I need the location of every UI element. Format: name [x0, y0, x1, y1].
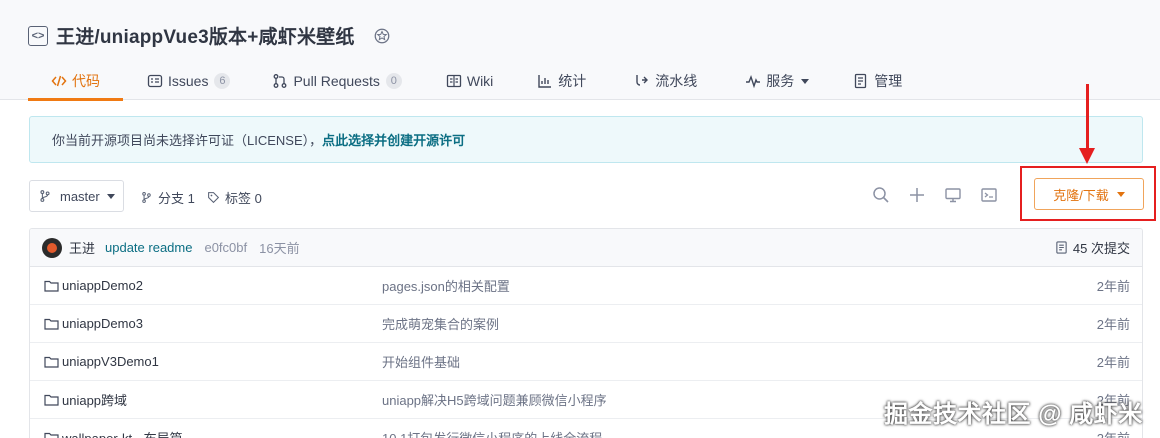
commit-author[interactable]: 王进 — [69, 238, 95, 257]
service-icon — [746, 74, 761, 89]
manage-icon — [855, 73, 867, 89]
commit-sha[interactable]: e0fc0bf — [204, 240, 247, 255]
tab-service-label: 服务 — [766, 73, 795, 89]
file-name[interactable]: uniapp跨域 — [62, 390, 127, 409]
annotation-arrow-shaft — [1086, 84, 1089, 152]
branch-selector[interactable]: master — [29, 180, 124, 212]
branch-count-icon — [142, 192, 151, 203]
file-commit-message[interactable]: uniapp解决H5跨域问题兼顾微信小程序 — [382, 390, 607, 409]
tab-stats-label: 统计 — [558, 73, 587, 89]
license-notice-text: 你当前开源项目尚未选择许可证（LICENSE）， — [52, 133, 323, 148]
file-commit-message[interactable]: pages.json的相关配置 — [382, 276, 510, 295]
branch-icon — [40, 190, 50, 202]
tags-count: 标签 0 — [225, 191, 262, 206]
recommend-badge-icon[interactable] — [373, 27, 391, 45]
tag-icon — [208, 192, 220, 204]
history-icon — [1056, 241, 1067, 254]
folder-icon — [44, 280, 59, 292]
tab-pull-requests-label: Pull Requests — [293, 73, 380, 89]
repo-code-icon: <> — [28, 25, 48, 46]
terminal-icon[interactable] — [980, 186, 998, 204]
commits-link[interactable]: 45 次提交 — [1055, 238, 1130, 257]
pull-request-icon — [274, 74, 287, 88]
file-commit-message[interactable]: 开始组件基础 — [382, 352, 460, 371]
tab-code-label: 代码 — [72, 73, 100, 89]
issues-icon — [147, 74, 163, 88]
branch-name: master — [60, 188, 100, 204]
folder-icon — [44, 318, 59, 330]
commit-message[interactable]: update readme — [105, 240, 192, 255]
file-date: 2年前 — [1096, 279, 1130, 294]
chevron-down-icon — [1116, 191, 1125, 197]
file-date: 2年前 — [1096, 317, 1130, 332]
chevron-down-icon — [106, 193, 115, 199]
tab-code[interactable]: 代码 — [28, 62, 123, 101]
tab-wiki[interactable]: Wiki — [434, 62, 505, 100]
file-commit-message[interactable]: 完成萌宠集合的案例 — [382, 314, 499, 333]
table-row: uniappDemo2 pages.json的相关配置 2年前 — [30, 267, 1142, 305]
code-icon — [51, 75, 67, 87]
tab-wiki-label: Wiki — [466, 73, 494, 89]
repo-header: <> 王进/uniappVue3版本+咸虾米壁纸 代码 Issues 6 Pul… — [0, 0, 1160, 101]
tab-pull-requests[interactable]: Pull Requests 0 — [260, 62, 413, 100]
title-row: <> 王进/uniappVue3版本+咸虾米壁纸 — [28, 22, 391, 49]
file-name[interactable]: uniappV3Demo1 — [62, 354, 159, 369]
license-notice: 你当前开源项目尚未选择许可证（LICENSE）， 点此选择并创建开源许可 — [29, 116, 1143, 163]
folder-icon — [44, 356, 59, 368]
chevron-down-icon — [801, 78, 810, 84]
tab-manage[interactable]: 管理 — [841, 62, 914, 100]
file-commit-message[interactable]: 10.1打包发行微信小程序的上线全流程 — [382, 428, 602, 438]
latest-commit-row: 王进 update readme e0fc0bf 16天前 45 次提交 — [30, 229, 1142, 267]
tab-manage-label: 管理 — [874, 73, 903, 89]
commit-time: 16天前 — [259, 241, 300, 256]
repo-tabs: 代码 Issues 6 Pull Requests 0 Wiki 统计 流水线 … — [28, 62, 914, 101]
clone-download-label: 克隆/下载 — [1053, 187, 1109, 203]
tab-pipeline[interactable]: 流水线 — [622, 62, 709, 100]
file-date: 2年前 — [1096, 355, 1130, 370]
annotation-arrow-head — [1079, 148, 1095, 164]
search-icon[interactable] — [872, 186, 890, 204]
folder-icon — [44, 432, 59, 438]
branches-link[interactable]: 分支 1 — [140, 188, 195, 207]
folder-icon — [44, 394, 59, 406]
clone-download-button[interactable]: 克隆/下载 — [1034, 178, 1144, 210]
tab-pipeline-label: 流水线 — [655, 73, 698, 89]
table-row: uniappV3Demo1 开始组件基础 2年前 — [30, 343, 1142, 381]
tab-issues[interactable]: Issues 6 — [135, 62, 242, 100]
pull-requests-count-badge: 0 — [385, 73, 402, 89]
file-date: 2年前 — [1097, 428, 1130, 438]
chart-icon — [538, 75, 552, 88]
repo-title[interactable]: 王进/uniappVue3版本+咸虾米壁纸 — [56, 22, 355, 49]
toolbar-icons — [872, 186, 998, 204]
avatar[interactable] — [42, 237, 62, 258]
create-license-link[interactable]: 点此选择并创建开源许可 — [322, 130, 465, 149]
tab-service[interactable]: 服务 — [733, 62, 821, 100]
file-name[interactable]: uniappDemo2 — [62, 278, 143, 293]
watermark: 掘金技术社区 @ 咸虾米 — [884, 401, 1143, 428]
branches-count: 分支 1 — [158, 191, 195, 206]
tab-issues-label: Issues — [168, 73, 209, 89]
plus-icon[interactable] — [908, 186, 926, 204]
tags-link[interactable]: 标签 0 — [207, 188, 262, 207]
wiki-icon — [446, 74, 462, 88]
pipeline-icon — [636, 75, 649, 86]
file-name[interactable]: uniappDemo3 — [62, 316, 143, 331]
file-name[interactable]: wallpaper-kt - 布局篇 — [62, 428, 183, 438]
tab-stats[interactable]: 统计 — [525, 62, 598, 100]
web-ide-icon[interactable] — [944, 186, 962, 204]
issues-count-badge: 6 — [214, 73, 231, 89]
table-row: uniappDemo3 完成萌宠集合的案例 2年前 — [30, 305, 1142, 343]
commit-count: 45 次提交 — [1072, 241, 1130, 256]
